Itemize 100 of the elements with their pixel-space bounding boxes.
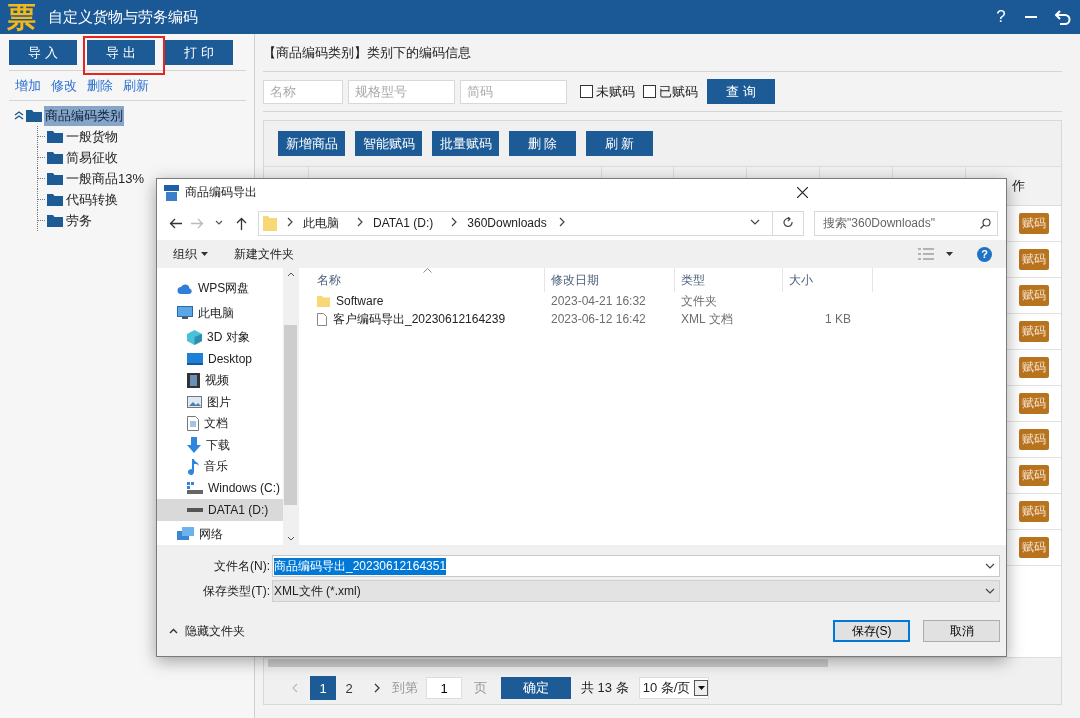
tree-action-link[interactable]: 增加 [15, 77, 41, 95]
folder-icon [263, 215, 278, 231]
file-icon [317, 312, 327, 326]
help-button[interactable]: ? [977, 246, 992, 262]
column-header: 作 [1012, 177, 1025, 195]
caret-down-icon [201, 252, 208, 256]
new-folder-button[interactable]: 新建文件夹 [234, 245, 294, 263]
dropdown-icon [750, 217, 761, 227]
chevron-right-icon [372, 682, 382, 693]
action-button[interactable]: 智能赋码 [355, 131, 422, 156]
filter-field[interactable]: 名称 [263, 79, 343, 104]
filter-field[interactable]: 规格型号 [348, 79, 455, 104]
page-number-field[interactable]: 1 [426, 677, 462, 699]
tree-action-link[interactable]: 刷新 [123, 77, 149, 95]
toolbar-button[interactable]: 导 入 [9, 40, 77, 65]
tree-item[interactable]: 劳务 [65, 210, 93, 231]
column-header[interactable]: 名称 [317, 271, 341, 289]
filter-field[interactable]: 简码 [460, 79, 567, 104]
address-bar[interactable]: 此电脑 DATA1 (D:) 360Downloads [258, 210, 805, 236]
horizontal-scrollbar[interactable] [264, 657, 1061, 668]
goto-label: 到第 [392, 679, 418, 697]
folder-icon [47, 193, 63, 206]
scroll-up-icon[interactable] [286, 272, 295, 277]
down-arrow-icon [187, 437, 201, 454]
action-button[interactable]: 新增商品 [278, 131, 345, 156]
cancel-button[interactable]: 取消 [923, 620, 1000, 642]
tree-item[interactable]: 一般商品13% [65, 168, 146, 189]
nav-item[interactable]: WPS网盘 [157, 278, 283, 300]
close-icon[interactable] [796, 187, 808, 198]
toolbar-button[interactable]: 导 出 [87, 40, 155, 65]
drive-icon [187, 482, 203, 495]
folder-icon [47, 130, 63, 143]
action-button[interactable]: 批量赋码 [432, 131, 499, 156]
nav-item[interactable]: Desktop [157, 348, 283, 370]
checkbox[interactable]: 已赋码 [643, 82, 698, 101]
nav-item[interactable]: 此电脑 [157, 302, 283, 324]
total-count: 共 13 条 [581, 679, 629, 697]
app-logo: 票 [5, 0, 37, 34]
organize-menu[interactable]: 组织 [173, 245, 208, 263]
tree-item[interactable]: 一般货物 [65, 126, 119, 147]
section-heading: 【商品编码类别】类别下的编码信息 [263, 44, 1062, 72]
column-header[interactable]: 修改日期 [551, 271, 599, 289]
breadcrumb[interactable]: 360Downloads [459, 216, 555, 230]
page-button[interactable]: 1 [310, 676, 336, 700]
toolbar-button[interactable]: 打 印 [165, 40, 233, 65]
nav-item[interactable]: 音乐 [157, 456, 283, 478]
back-arrow-icon[interactable] [169, 217, 183, 229]
dropdown-icon [985, 586, 995, 596]
scroll-down-icon[interactable] [286, 536, 295, 541]
desktop-icon [187, 353, 203, 366]
save-button[interactable]: 保存(S) [833, 620, 910, 642]
music-note-icon [187, 458, 199, 475]
nav-item[interactable]: 文档 [157, 413, 283, 435]
tree-item[interactable]: 商品编码类别 [44, 105, 124, 126]
up-arrow-icon[interactable] [235, 216, 247, 230]
search-icon[interactable] [980, 217, 992, 229]
breadcrumb[interactable]: 此电脑 [295, 214, 348, 232]
file-row[interactable]: 客户编码导出_20230612164239 2023-06-12 16:42 XML 文档 1 KB [311, 310, 1006, 328]
nav-item[interactable]: 下载 [157, 434, 283, 456]
dialog-title: 商品编码导出 [185, 184, 258, 201]
nav-item[interactable]: Windows (C:) [157, 477, 283, 499]
hide-folders-toggle[interactable]: 隐藏文件夹 [169, 622, 245, 640]
folder-icon [317, 295, 330, 307]
caret-down-icon [697, 686, 705, 690]
tree-item[interactable]: 代码转换 [65, 189, 119, 210]
document-icon [187, 416, 199, 432]
tree-action-link[interactable]: 修改 [51, 77, 77, 95]
nav-item[interactable]: DATA1 (D:) [157, 499, 283, 521]
caret-down-icon[interactable] [946, 252, 953, 256]
confirm-button[interactable]: 确定 [501, 677, 571, 699]
tree-item[interactable]: 简易征收 [65, 147, 119, 168]
chevron-left-icon [290, 682, 300, 693]
filetype-label: 保存类型(T): [202, 582, 271, 600]
app-icon [164, 184, 179, 201]
filetype-select[interactable]: XML文件 (*.xml) [272, 580, 1000, 602]
action-button[interactable]: 刷 新 [586, 131, 653, 156]
query-button[interactable]: 查 询 [707, 79, 775, 104]
filename-field[interactable]: 商品编码导出_20230612164351 [272, 555, 1000, 577]
monitor-icon [177, 306, 193, 321]
help-button[interactable]: ? [986, 7, 1016, 27]
checkbox[interactable]: 未赋码 [580, 82, 635, 101]
film-icon [187, 373, 200, 389]
nav-item[interactable]: 图片 [157, 391, 283, 413]
nav-item[interactable]: 网络 [157, 523, 283, 545]
nav-item[interactable]: 3D 对象 [157, 327, 283, 349]
network-icon [177, 527, 194, 542]
tree-action-link[interactable]: 删除 [87, 77, 113, 95]
folder-icon [26, 109, 42, 122]
breadcrumb[interactable]: DATA1 (D:) [365, 216, 442, 230]
refresh-icon[interactable] [782, 217, 794, 229]
page-size-select[interactable]: 10 条/页 [638, 677, 710, 699]
collapse-icon[interactable] [14, 111, 24, 120]
dropdown-icon [985, 561, 995, 571]
file-row[interactable]: Software 2023-04-21 16:32 文件夹 [311, 292, 1006, 310]
action-button[interactable]: 删 除 [509, 131, 576, 156]
column-header[interactable]: 大小 [789, 271, 813, 289]
page-button[interactable]: 2 [336, 676, 362, 700]
search-field[interactable]: 搜索"360Downloads" [814, 210, 999, 236]
column-header[interactable]: 类型 [681, 271, 705, 289]
nav-item[interactable]: 视频 [157, 370, 283, 392]
